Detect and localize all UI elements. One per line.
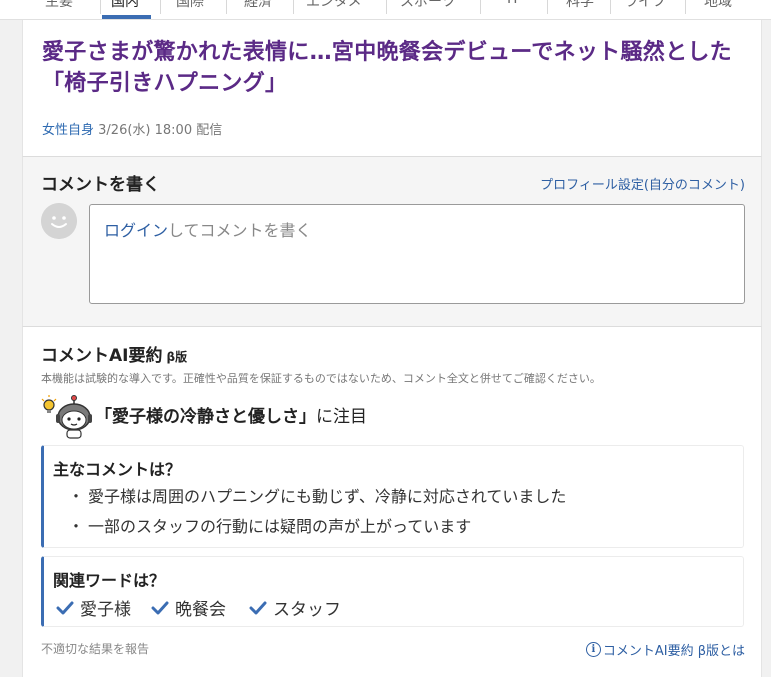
article-headline[interactable]: 愛子さまが驚かれた表情に…宮中晩餐会デビューでネット騒然とした「椅子引きハプニン… — [42, 37, 742, 99]
about-ai-summary-label: コメントAI要約 β版とは — [602, 644, 745, 659]
related-word: スタッフ — [249, 595, 341, 620]
nav-separator — [226, 0, 227, 14]
focus-suffix: に注目 — [316, 407, 367, 427]
robot-mascot-icon — [41, 395, 92, 439]
comment-composer-title: コメントを書く — [41, 175, 160, 195]
related-word-label: スタッフ — [273, 600, 341, 620]
nav-tab-economy[interactable]: 経済 — [244, 0, 272, 11]
top-nav: 主要 国内 国際 経済 エンタメ スポーツ IT 科学 ライフ 地域 — [0, 0, 771, 20]
related-word: 愛子様 — [56, 595, 131, 620]
nav-separator — [293, 0, 294, 14]
about-ai-summary-link[interactable]: i コメントAI要約 β版とは — [585, 640, 745, 659]
focus-topic: 「愛子様の冷静さと優しさ」 — [95, 407, 316, 427]
active-tab-underline — [102, 15, 151, 19]
checkmark-icon — [151, 601, 169, 614]
related-words-panel: 関連ワードは？ 愛子様 晩餐会 スタッフ — [41, 556, 744, 627]
related-word: 晩餐会 — [151, 595, 226, 620]
main-comments-panel: 主なコメントは？ 愛子様は周囲のハプニングにも動じず、冷静に対応されていました … — [41, 445, 744, 548]
article-source-link[interactable]: 女性自身 — [42, 123, 94, 138]
avatar — [41, 203, 77, 239]
nav-tab-sports[interactable]: スポーツ — [400, 0, 456, 11]
main-comments-heading: 主なコメントは？ — [53, 460, 182, 479]
comment-placeholder: してコメントを書く — [168, 221, 312, 240]
beta-badge: β版 — [166, 350, 188, 364]
related-word-label: 晩餐会 — [175, 600, 226, 620]
info-icon: i — [585, 642, 601, 657]
list-item: 一部のスタッフの行動には疑問の声が上がっています — [68, 513, 471, 537]
nav-tab-science[interactable]: 科学 — [566, 0, 594, 11]
nav-tab-international[interactable]: 国際 — [176, 0, 204, 11]
nav-separator — [386, 0, 387, 14]
related-word-label: 愛子様 — [80, 600, 131, 620]
nav-separator — [685, 0, 686, 14]
nav-tab-entertainment[interactable]: エンタメ — [306, 0, 362, 11]
report-inappropriate-link[interactable]: 不適切な結果を報告 — [41, 640, 149, 657]
nav-tab-local[interactable]: 地域 — [704, 0, 732, 11]
article-header: 愛子さまが驚かれた表情に…宮中晩餐会デビューでネット騒然とした「椅子引きハプニン… — [22, 20, 762, 157]
profile-settings-link[interactable]: プロフィール設定(自分のコメント) — [540, 174, 745, 193]
smiley-face-icon — [41, 203, 77, 239]
light-bulb-icon — [41, 395, 57, 413]
checkmark-icon — [249, 601, 267, 614]
nav-separator — [480, 0, 481, 14]
ai-summary-disclaimer: 本機能は試験的な導入です。正確性や品質を保証するものではないため、コメント全文と… — [41, 372, 601, 385]
comment-ai-summary: コメントAI要約 β版 本機能は試験的な導入です。正確性や品質を保証するものではな… — [22, 327, 762, 677]
nav-tab-it[interactable]: IT — [507, 0, 520, 11]
nav-separator — [610, 0, 611, 14]
ai-summary-focus: 「愛子様の冷静さと優しさ」に注目 — [95, 402, 367, 427]
checkmark-icon — [56, 601, 74, 614]
login-link[interactable]: ログイン — [104, 221, 168, 240]
article-delivered-label: 配信 — [196, 123, 223, 138]
nav-tab-life[interactable]: ライフ — [624, 0, 666, 11]
ai-summary-title: コメントAI要約 β版 — [41, 341, 187, 366]
comment-input[interactable]: ログインしてコメントを書く — [89, 204, 745, 304]
nav-separator — [100, 0, 101, 14]
article-datetime: 3/26(水) 18:00 — [98, 123, 193, 138]
nav-tab-domestic[interactable]: 国内 — [111, 0, 139, 11]
ai-summary-title-text: コメントAI要約 — [41, 346, 163, 366]
comment-composer: コメントを書く プロフィール設定(自分のコメント) ログインしてコメントを書く — [22, 157, 762, 327]
nav-separator — [160, 0, 161, 14]
list-item: 愛子様は周囲のハプニングにも動じず、冷静に対応されていました — [68, 483, 566, 507]
related-words-heading: 関連ワードは？ — [53, 571, 166, 590]
article-meta: 女性自身 3/26(水) 18:00 配信 — [42, 119, 222, 138]
nav-separator — [547, 0, 548, 14]
nav-tab-main[interactable]: 主要 — [45, 0, 73, 11]
